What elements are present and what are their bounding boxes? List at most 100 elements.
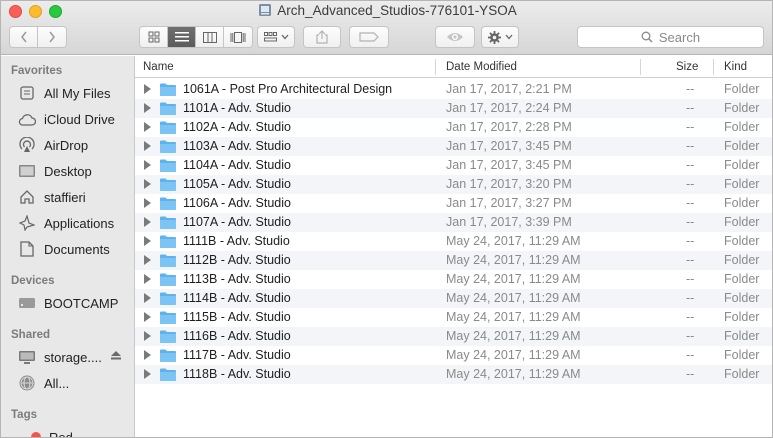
disclosure-triangle-icon[interactable] [144,331,151,341]
sidebar-item-all-network[interactable]: All... [17,373,69,393]
sidebar-item-applications[interactable]: Applications [17,213,114,233]
sidebar-item-label: Documents [44,241,110,257]
disclosure-triangle-icon[interactable] [144,198,151,208]
table-row[interactable]: 1106A - Adv. Studio Jan 17, 2017, 3:27 PM… [135,194,772,213]
table-row[interactable]: 1105A - Adv. Studio Jan 17, 2017, 3:20 PM… [135,175,772,194]
file-size: -- [686,348,695,362]
file-kind: Folder [724,196,760,210]
sidebar-item-tag-red[interactable]: Red [31,427,73,437]
disclosure-triangle-icon[interactable] [144,84,151,94]
file-name: 1117B - Adv. Studio [183,348,291,362]
column-header-kind[interactable]: Kind [724,61,747,73]
file-kind: Folder [724,367,760,381]
search-field[interactable]: Search [577,26,764,48]
file-kind: Folder [724,101,760,115]
back-button[interactable] [10,27,38,47]
devices-header: Devices [11,275,55,287]
table-row[interactable]: 1061A - Post Pro Architectural Design Jan… [135,80,772,99]
sidebar-item-storage[interactable]: storage.... [17,347,102,367]
column-header-name[interactable]: Name [143,61,174,73]
table-row[interactable]: 1118B - Adv. Studio May 24, 2017, 11:29 A… [135,365,772,384]
file-kind: Folder [724,158,760,172]
disclosure-triangle-icon[interactable] [144,217,151,227]
table-row[interactable]: 1113B - Adv. Studio May 24, 2017, 11:29 A… [135,270,772,289]
cloud-icon [17,110,37,128]
column-divider[interactable] [640,59,641,75]
folder-icon [160,121,176,134]
gear-icon [487,30,501,44]
date-modified: Jan 17, 2017, 2:24 PM [446,101,572,115]
sidebar-item-airdrop[interactable]: AirDrop [17,135,88,155]
chevron-right-icon [49,31,55,43]
column-header-size[interactable]: Size [676,61,698,73]
table-row[interactable]: 1111B - Adv. Studio May 24, 2017, 11:29 A… [135,232,772,251]
sidebar-item-staffieri[interactable]: staffieri [17,187,86,207]
sidebar-item-label: All... [44,375,70,391]
file-size: -- [686,291,695,305]
table-row[interactable]: 1102A - Adv. Studio Jan 17, 2017, 2:28 PM… [135,118,772,137]
disclosure-triangle-icon[interactable] [144,255,151,265]
forward-button[interactable] [38,27,66,47]
file-name: 1118B - Adv. Studio [183,367,291,381]
quick-look-button[interactable] [435,26,475,48]
shared-header: Shared [11,329,50,341]
file-list: Name Date Modified Size Kind 1061A - Pos… [135,56,772,437]
disclosure-triangle-icon[interactable] [144,236,151,246]
disclosure-triangle-icon[interactable] [144,122,151,132]
disclosure-triangle-icon[interactable] [144,179,151,189]
column-divider[interactable] [435,59,436,75]
table-row[interactable]: 1101A - Adv. Studio Jan 17, 2017, 2:24 PM… [135,99,772,118]
disclosure-triangle-icon[interactable] [144,160,151,170]
nav-buttons [9,26,67,48]
list-view-button[interactable] [168,27,196,47]
airdrop-icon [17,136,37,154]
tags-button[interactable] [349,26,389,48]
sidebar-item-icloud-drive[interactable]: iCloud Drive [17,109,115,129]
table-row[interactable]: 1107A - Adv. Studio Jan 17, 2017, 3:39 PM… [135,213,772,232]
eject-icon[interactable] [111,351,121,363]
disclosure-triangle-icon[interactable] [144,293,151,303]
table-row[interactable]: 1103A - Adv. Studio Jan 17, 2017, 3:45 PM… [135,137,772,156]
disclosure-triangle-icon[interactable] [144,350,151,360]
table-row[interactable]: 1114B - Adv. Studio May 24, 2017, 11:29 A… [135,289,772,308]
table-row[interactable]: 1112B - Adv. Studio May 24, 2017, 11:29 A… [135,251,772,270]
sidebar-item-desktop[interactable]: Desktop [17,161,92,181]
sidebar-item-label: BOOTCAMP [44,295,119,311]
sidebar-item-documents[interactable]: Documents [17,239,110,259]
disclosure-triangle-icon[interactable] [144,274,151,284]
chevron-left-icon [20,31,27,43]
network-icon [17,374,37,392]
table-row[interactable]: 1117B - Adv. Studio May 24, 2017, 11:29 A… [135,346,772,365]
icon-view-button[interactable] [140,27,168,47]
file-name: 1112B - Adv. Studio [183,253,291,267]
file-size: -- [686,196,695,210]
file-size: -- [686,215,695,229]
disclosure-triangle-icon[interactable] [144,369,151,379]
sidebar-item-label: AirDrop [44,137,89,153]
folder-icon [160,102,176,115]
file-kind: Folder [724,291,760,305]
disclosure-triangle-icon[interactable] [144,141,151,151]
file-size: -- [686,101,695,115]
file-name: 1113B - Adv. Studio [183,272,291,286]
chevron-down-icon [505,34,512,40]
action-button[interactable] [481,26,519,48]
table-row[interactable]: 1116B - Adv. Studio May 24, 2017, 11:29 A… [135,327,772,346]
arrange-button[interactable] [257,26,295,48]
file-name: 1115B - Adv. Studio [183,310,291,324]
column-header-date-modified[interactable]: Date Modified [446,61,517,73]
table-row[interactable]: 1104A - Adv. Studio Jan 17, 2017, 3:45 PM… [135,156,772,175]
column-view-button[interactable] [196,27,224,47]
disclosure-triangle-icon[interactable] [144,103,151,113]
sidebar-item-all-my-files[interactable]: All My Files [17,83,110,103]
sidebar-item-bootcamp[interactable]: BOOTCAMP [17,293,118,313]
cover-flow-button[interactable] [224,27,252,47]
file-size: -- [686,177,695,191]
file-name: 1061A - Post Pro Architectural Design [183,82,393,96]
disclosure-triangle-icon[interactable] [144,312,151,322]
share-button[interactable] [303,26,341,48]
file-kind: Folder [724,272,760,286]
column-divider[interactable] [713,59,714,75]
table-row[interactable]: 1115B - Adv. Studio May 24, 2017, 11:29 A… [135,308,772,327]
home-icon [17,188,37,206]
